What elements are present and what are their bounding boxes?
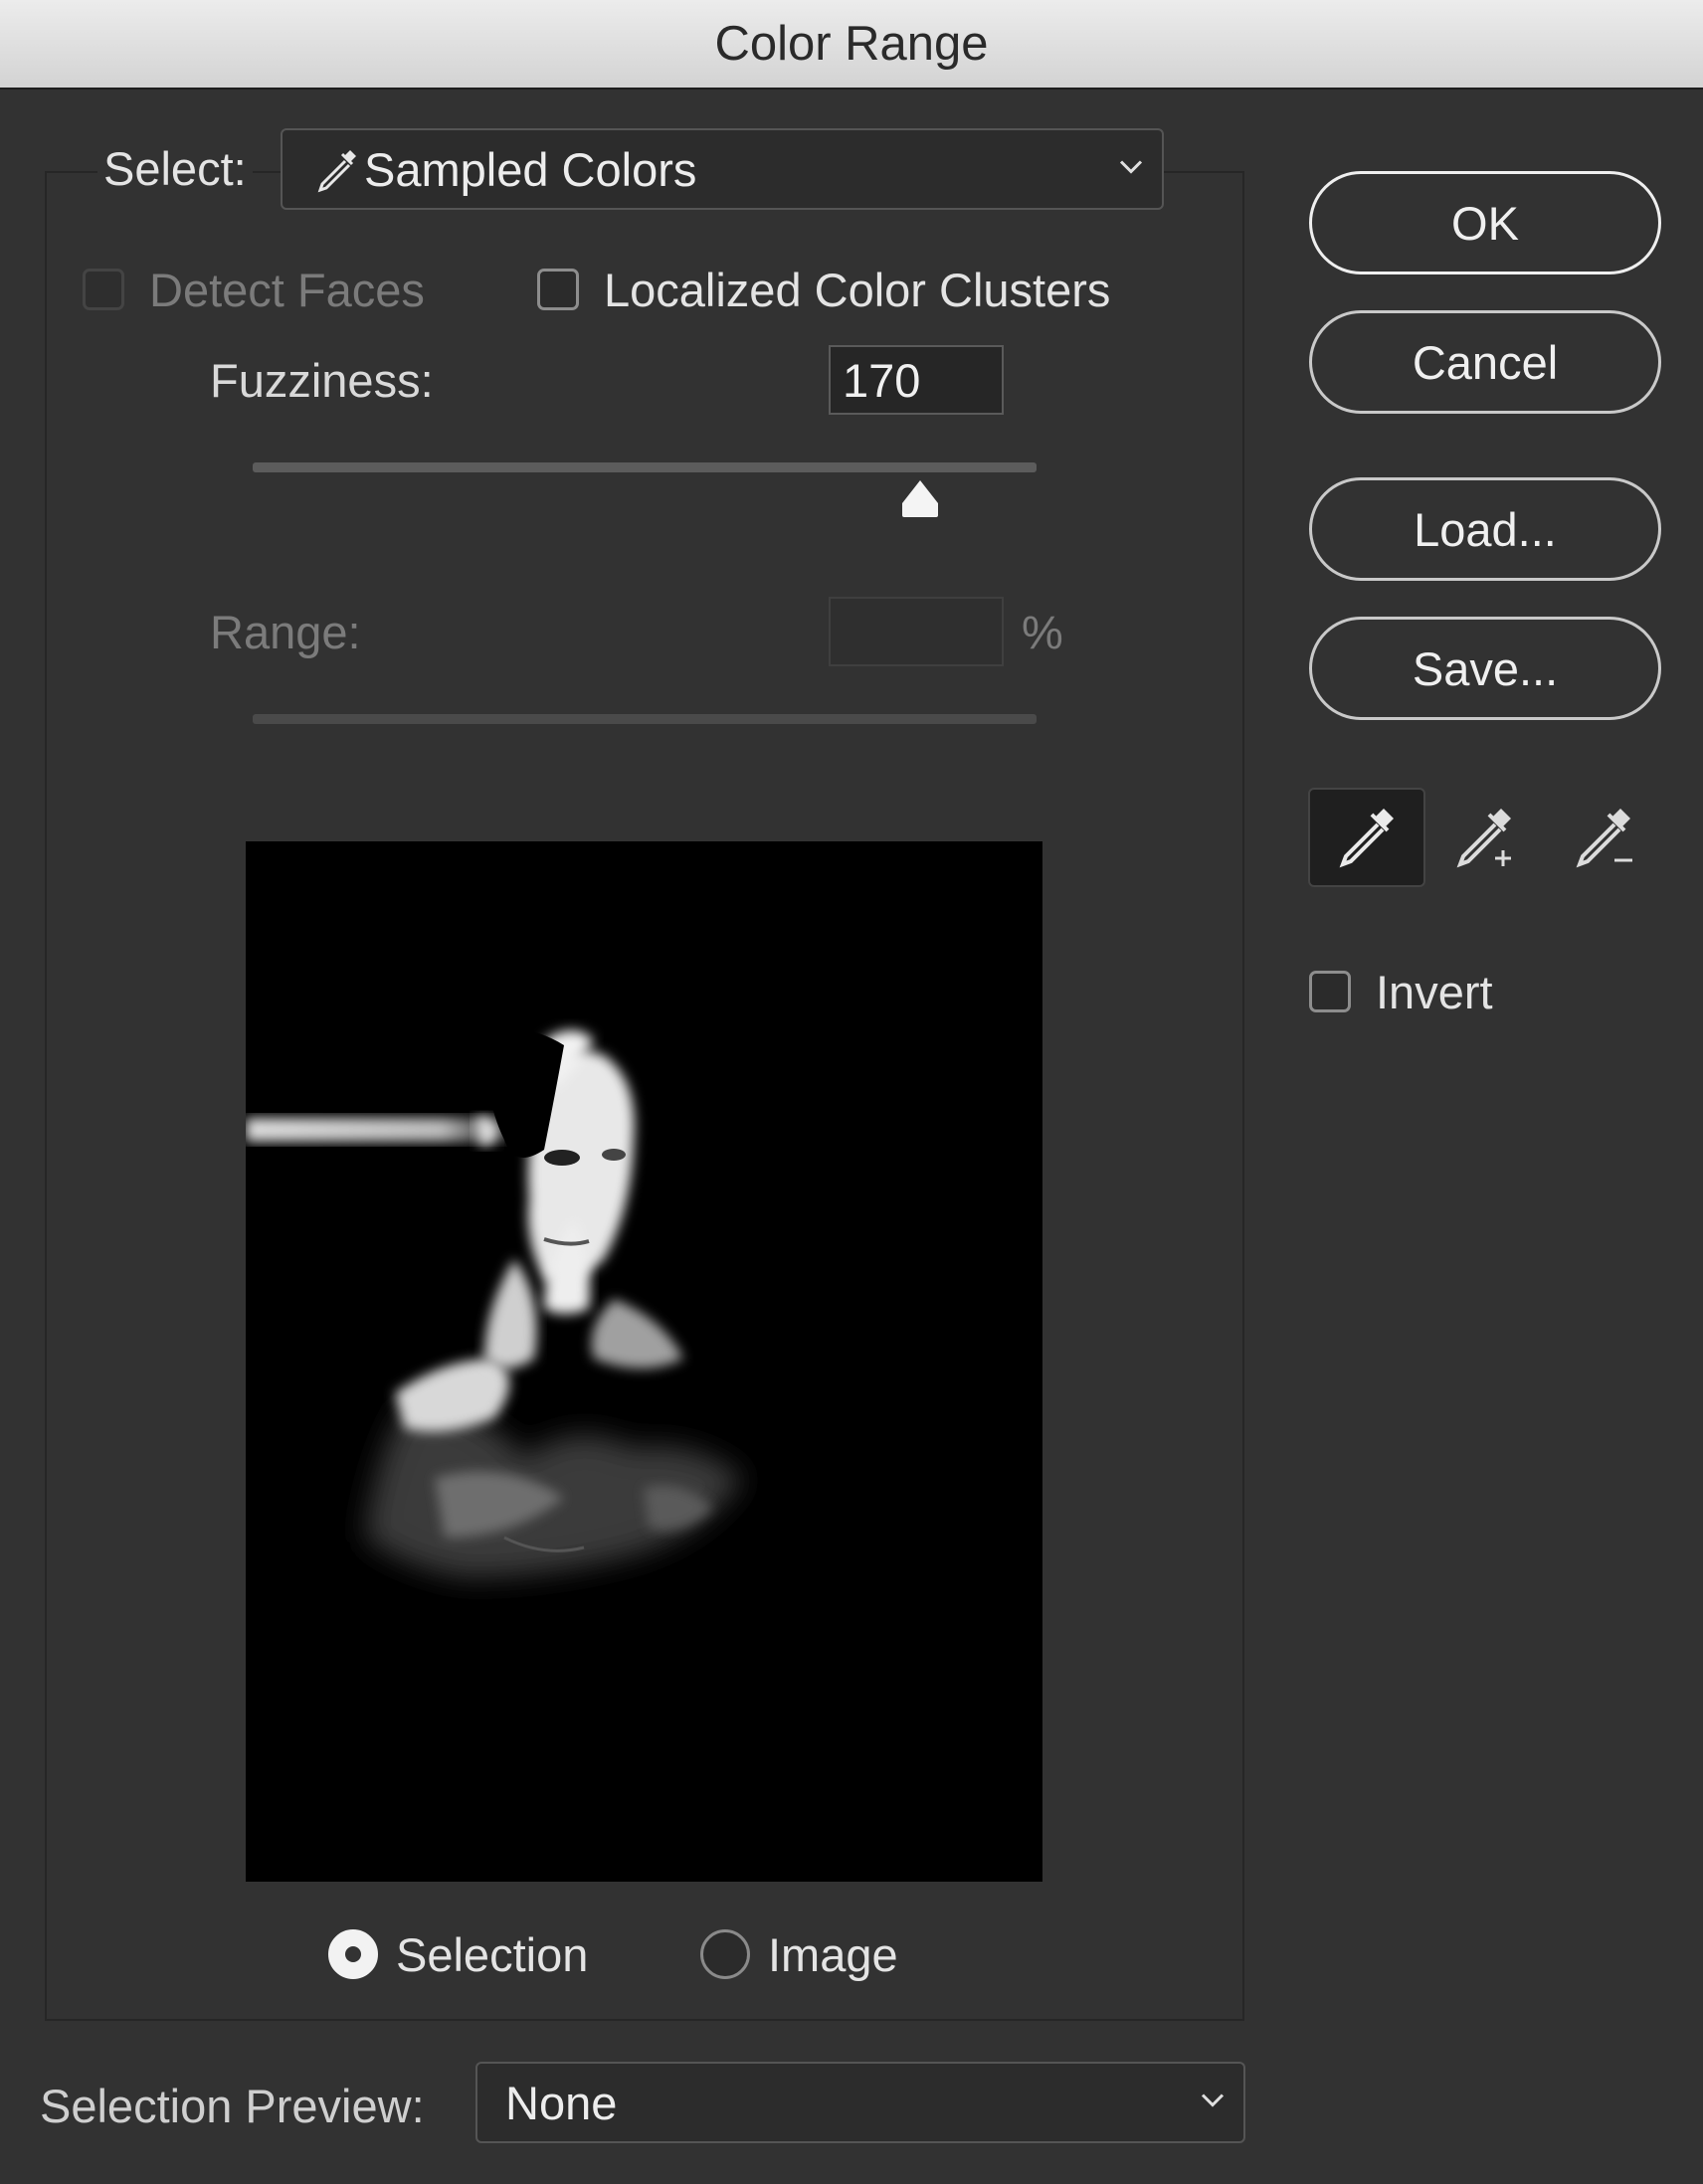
add-to-sample-tool-button[interactable] [1425, 788, 1543, 887]
load-button[interactable]: Load... [1309, 477, 1661, 581]
fuzziness-input[interactable]: 170 [829, 345, 1004, 415]
subtract-from-sample-tool-button[interactable] [1545, 788, 1662, 887]
ok-button[interactable]: OK [1309, 171, 1661, 274]
chevron-down-icon [1200, 2091, 1226, 2115]
detect-faces-checkbox[interactable] [83, 269, 124, 310]
selection-preview-dropdown[interactable]: None [475, 2062, 1245, 2143]
eyedropper-icon [1332, 801, 1402, 875]
cancel-button[interactable]: Cancel [1309, 310, 1661, 414]
fuzziness-label: Fuzziness: [210, 354, 434, 407]
eyedropper-icon [312, 144, 362, 194]
detect-faces-label: Detect Faces [149, 264, 425, 316]
selection-preview-value: None [505, 2076, 618, 2129]
localized-clusters-checkbox[interactable] [537, 269, 579, 310]
image-radio-label: Image [768, 1928, 898, 1981]
invert-label: Invert [1376, 966, 1493, 1018]
range-slider-track[interactable] [253, 714, 1037, 724]
color-range-dialog: Color Range Select: Sampled Colors Detec… [0, 0, 1703, 2184]
selection-preview-image[interactable] [246, 841, 1042, 1882]
title-bar: Color Range [0, 0, 1703, 90]
save-button[interactable]: Save... [1309, 617, 1661, 720]
select-dropdown[interactable]: Sampled Colors [281, 128, 1164, 210]
range-label: Range: [210, 606, 361, 658]
select-value: Sampled Colors [364, 142, 697, 196]
selection-radio[interactable] [328, 1929, 378, 1979]
fuzziness-slider-thumb[interactable] [898, 477, 942, 524]
localized-clusters-label: Localized Color Clusters [604, 264, 1111, 316]
window-title: Color Range [714, 17, 989, 71]
range-unit: % [1022, 606, 1063, 658]
image-radio[interactable] [700, 1929, 750, 1979]
eyedropper-subtract-icon [1569, 801, 1638, 875]
select-label: Select: [97, 141, 253, 196]
range-input[interactable] [829, 597, 1004, 666]
eyedropper-tool-button[interactable] [1308, 788, 1425, 887]
chevron-down-icon [1118, 157, 1144, 182]
eyedropper-add-icon [1449, 801, 1519, 875]
selection-radio-label: Selection [396, 1928, 589, 1981]
selection-preview-label: Selection Preview: [40, 2080, 425, 2132]
invert-checkbox[interactable] [1309, 971, 1351, 1012]
fuzziness-slider-track[interactable] [253, 462, 1037, 472]
